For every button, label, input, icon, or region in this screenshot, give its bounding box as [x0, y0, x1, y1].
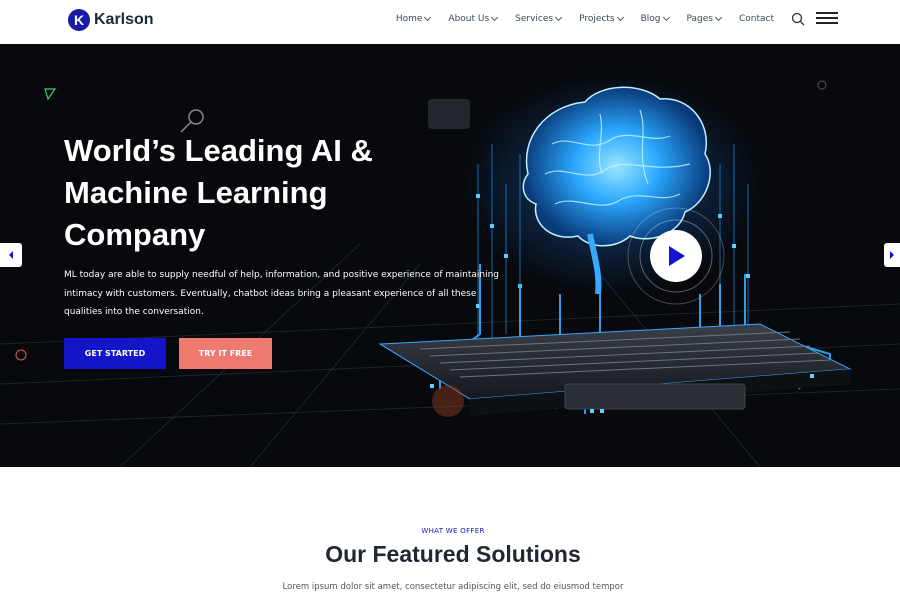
hero-description-line: qualities into the conversation. [64, 307, 204, 317]
hero-slider: World’s Leading AI & Machine Learning Co… [0, 44, 900, 467]
slider-next-button[interactable] [884, 243, 900, 267]
nav-label: Projects [579, 14, 615, 24]
nav-item-about-us[interactable]: About Us [448, 13, 499, 24]
nav-label: About Us [448, 14, 490, 24]
nav-item-home[interactable]: Home [395, 13, 432, 24]
section-eyebrow: WHAT WE OFFER [421, 527, 485, 535]
hero-description-line: intimacy with customers. Eventually, cha… [64, 288, 477, 299]
nav-label: Contact [738, 14, 774, 24]
nav-item-projects[interactable]: Projects [579, 13, 624, 24]
chevron-down-icon [714, 13, 723, 22]
hero-description: ML today are able to supply needful of h… [64, 266, 504, 322]
chevron-right-icon [890, 251, 894, 259]
brand-logo[interactable]: K Karlson [68, 9, 154, 31]
search-icon[interactable] [791, 12, 805, 26]
nav-item-services[interactable]: Services [515, 13, 563, 24]
try-it-free-button[interactable]: TRY IT FREE [179, 338, 272, 369]
nav-item-contact[interactable]: Contact [739, 14, 774, 24]
hero-title: World’s Leading AI & Machine Learning Co… [64, 130, 444, 256]
nav-item-pages[interactable]: Pages [686, 13, 723, 24]
chevron-down-icon [424, 13, 432, 22]
video-play-button[interactable] [650, 230, 702, 282]
chevron-down-icon [616, 13, 624, 22]
section-title: Our Featured Solutions [325, 541, 581, 567]
chevron-down-icon [491, 13, 499, 22]
chevron-down-icon [555, 13, 563, 22]
main-nav: Home About Us Services Projects Blog Pag… [395, 13, 774, 24]
chevron-left-icon [9, 251, 13, 259]
chevron-down-icon [662, 13, 670, 22]
site-header: K Karlson Home About Us Services Project… [0, 0, 900, 44]
nav-label: Blog [640, 14, 661, 24]
nav-label: Pages [686, 14, 713, 24]
hero-title-line: Company [64, 217, 206, 252]
slider-prev-button[interactable] [0, 243, 22, 267]
section-description: Lorem ipsum dolor sit amet, consectetur … [282, 582, 624, 592]
brand-name: Karlson [94, 11, 154, 28]
hero-title-line: World’s Leading AI & [64, 133, 373, 168]
get-started-button[interactable]: GET STARTED [64, 338, 166, 369]
nav-item-blog[interactable]: Blog [640, 13, 670, 24]
play-icon [669, 246, 685, 266]
hamburger-menu-icon[interactable] [816, 12, 838, 24]
nav-label: Home [395, 14, 423, 24]
logo-mark: K [68, 9, 90, 31]
nav-label: Services [515, 14, 554, 24]
hero-description-line: ML today are able to supply needful of h… [64, 270, 500, 280]
hero-title-line: Machine Learning [64, 175, 328, 210]
